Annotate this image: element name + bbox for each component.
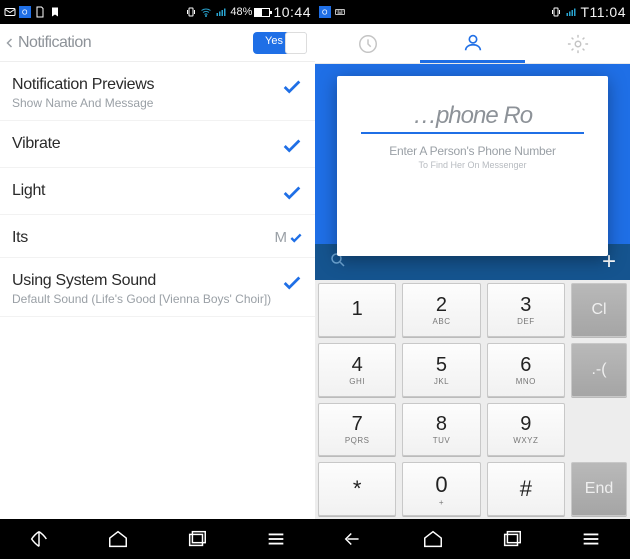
setting-system-sound[interactable]: Using System Sound Default Sound (Life's… — [0, 258, 315, 317]
nav-menu-button[interactable] — [579, 528, 603, 550]
battery-text: 48% — [230, 6, 252, 18]
nav-back-button[interactable] — [342, 528, 366, 550]
nav-back-button[interactable] — [27, 528, 51, 550]
right-phone: O T11:04 …phone Ro Enter A Person's Phon… — [315, 0, 630, 559]
android-navbar-left — [0, 519, 315, 559]
signal-icon — [215, 6, 227, 18]
tab-recent[interactable] — [315, 24, 420, 63]
setting-sub: Default Sound (Life's Good [Vienna Boys'… — [12, 292, 281, 306]
checkbox-icon[interactable] — [281, 272, 303, 294]
hint-primary: Enter A Person's Phone Number — [361, 144, 584, 158]
outlook-icon: O — [319, 6, 331, 18]
tab-contacts[interactable] — [420, 24, 525, 63]
setting-title: Notification Previews — [12, 76, 281, 94]
key-6[interactable]: 6MNO — [487, 343, 565, 397]
add-contact-screen: …phone Ro Enter A Person's Phone Number … — [315, 24, 630, 519]
setting-light[interactable]: Light — [0, 168, 315, 215]
key-0[interactable]: 0+ — [402, 462, 480, 516]
vibrate-icon — [550, 6, 562, 18]
back-button[interactable]: Notification — [4, 34, 91, 52]
setting-title: Its — [12, 229, 275, 247]
nav-recent-button[interactable] — [185, 528, 209, 550]
key-clear[interactable]: Cl — [571, 283, 627, 337]
mail-icon — [4, 6, 16, 18]
key-hash[interactable]: # — [487, 462, 565, 516]
keyboard-icon — [334, 6, 346, 18]
nav-home-button[interactable] — [106, 528, 130, 550]
key-1[interactable]: 1 — [318, 283, 396, 337]
add-contact-button[interactable]: Add A Contact — [337, 210, 608, 234]
checkbox-icon[interactable] — [281, 76, 303, 98]
header-title: Notification — [18, 34, 91, 52]
hint-secondary: To Find Her On Messenger — [361, 160, 584, 170]
outlook-icon: O — [19, 6, 31, 18]
android-navbar-right — [315, 519, 630, 559]
setting-sub: Show Name And Message — [12, 96, 281, 110]
key-2[interactable]: 2ABC — [402, 283, 480, 337]
checkbox-icon[interactable] — [281, 182, 303, 204]
setting-badge: M — [275, 229, 288, 246]
setting-title: Light — [12, 182, 281, 200]
settings-screen: Notification Yes Notification Previews S… — [0, 24, 315, 519]
blue-panel: …phone Ro Enter A Person's Phone Number … — [315, 64, 630, 244]
nav-home-button[interactable] — [421, 528, 445, 550]
checkbox-icon[interactable] — [289, 231, 303, 245]
setting-its[interactable]: Its M — [0, 215, 315, 258]
key-4[interactable]: 4GHI — [318, 343, 396, 397]
nav-menu-button[interactable] — [264, 528, 288, 550]
vibrate-icon — [185, 6, 197, 18]
clock: T11:04 — [580, 4, 626, 20]
key-star[interactable]: * — [318, 462, 396, 516]
key-5[interactable]: 5JKL — [402, 343, 480, 397]
left-phone: O 48% 10:44 Notification — [0, 0, 315, 559]
phone-input[interactable]: …phone Ro — [361, 102, 584, 134]
setting-notification-previews[interactable]: Notification Previews Show Name And Mess… — [0, 62, 315, 121]
tab-bar — [315, 24, 630, 64]
key-7[interactable]: 7PQRS — [318, 403, 396, 457]
svg-text:O: O — [22, 10, 28, 17]
key-8[interactable]: 8TUV — [402, 403, 480, 457]
settings-header: Notification Yes — [0, 24, 315, 62]
setting-title: Vibrate — [12, 135, 281, 153]
setting-vibrate[interactable]: Vibrate — [0, 121, 315, 168]
status-bar-right: O T11:04 — [315, 0, 630, 24]
bookmark-icon — [49, 6, 61, 18]
key-symbols[interactable]: .-( — [571, 343, 627, 397]
key-end[interactable]: End — [571, 462, 627, 516]
notifications-toggle[interactable]: Yes — [253, 32, 307, 54]
wifi-icon — [200, 6, 212, 18]
key-3[interactable]: 3DEF — [487, 283, 565, 337]
nav-recent-button[interactable] — [500, 528, 524, 550]
clock: 10:44 — [273, 4, 311, 20]
setting-title: Using System Sound — [12, 272, 281, 290]
doc-icon — [34, 6, 46, 18]
status-bar-left: O 48% 10:44 — [0, 0, 315, 24]
dial-keypad: 1 2ABC 3DEF Cl 4GHI 5JKL 6MNO .-( 7PQRS … — [315, 280, 630, 519]
signal-icon — [565, 6, 577, 18]
toggle-label: Yes — [265, 35, 283, 47]
tab-settings[interactable] — [525, 24, 630, 63]
svg-text:O: O — [322, 10, 328, 17]
battery-indicator: 48% — [230, 6, 270, 18]
checkbox-icon[interactable] — [281, 135, 303, 157]
key-9[interactable]: 9WXYZ — [487, 403, 565, 457]
